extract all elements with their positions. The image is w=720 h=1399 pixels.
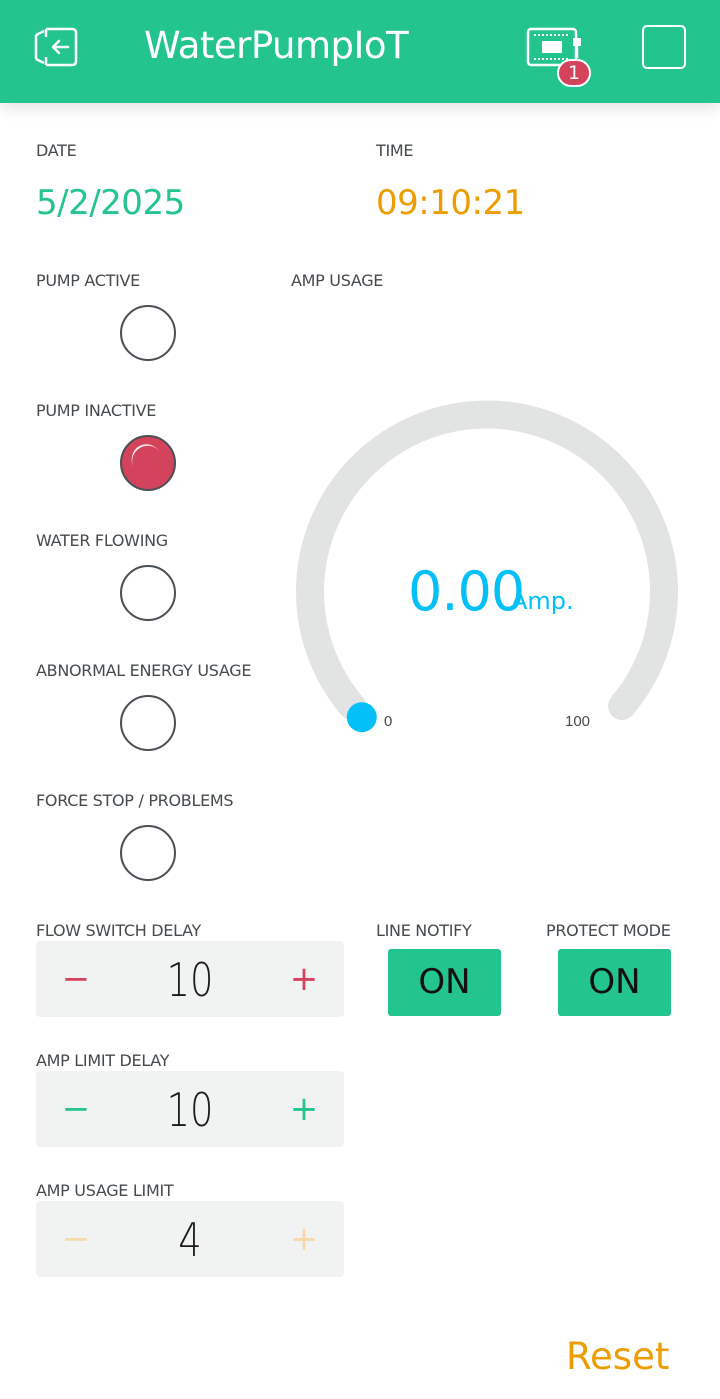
gauge-value: 0.00 (408, 560, 525, 623)
date-value: 5/2/2025 (36, 183, 185, 223)
led-water-flowing (120, 565, 176, 621)
line-notify-label: LINE NOTIFY (376, 921, 472, 940)
gauge-min: 0 (384, 713, 393, 730)
led-force-stop (120, 825, 176, 881)
time-label: TIME (376, 141, 414, 160)
notification-badge: 1 (557, 59, 591, 87)
amp-usage-limit-minus-button[interactable]: − (56, 1219, 96, 1259)
led-abnormal-energy (120, 695, 176, 751)
app-title: WaterPumpIoT (144, 24, 409, 67)
amp-usage-limit-label: AMP USAGE LIMIT (36, 1181, 174, 1200)
led-label-force-stop: FORCE STOP / PROBLEMS (36, 791, 234, 810)
led-label-pump-inactive: PUMP INACTIVE (36, 401, 157, 420)
amp-limit-delay-plus-button[interactable]: + (284, 1089, 324, 1129)
led-pump-inactive (120, 435, 176, 491)
flow-switch-delay-label: FLOW SWITCH DELAY (36, 921, 201, 940)
amp-usage-limit-stepper: − 4 + (36, 1201, 344, 1277)
amp-limit-delay-label: AMP LIMIT DELAY (36, 1051, 170, 1070)
flow-switch-delay-plus-button[interactable]: + (284, 959, 324, 999)
gauge-max: 100 (565, 713, 591, 730)
flow-switch-delay-stepper: − 10 + (36, 941, 344, 1017)
flow-switch-delay-minus-button[interactable]: − (56, 959, 96, 999)
flow-switch-delay-value: 10 (166, 953, 214, 1007)
gauge-label: AMP USAGE (291, 271, 384, 290)
led-label-pump-active: PUMP ACTIVE (36, 271, 140, 290)
led-label-abnormal-energy: ABNORMAL ENERGY USAGE (36, 661, 252, 680)
amp-usage-limit-plus-button[interactable]: + (284, 1219, 324, 1259)
protect-mode-switch[interactable]: ON (558, 949, 671, 1016)
led-pump-active (120, 305, 176, 361)
app-bar: WaterPumpIoT 1 (0, 0, 720, 103)
square-icon[interactable] (642, 25, 686, 69)
amp-usage-limit-value: 4 (178, 1213, 202, 1267)
line-notify-switch[interactable]: ON (388, 949, 501, 1016)
reset-button[interactable]: Reset (566, 1335, 669, 1378)
gauge-indicator (346, 702, 377, 733)
amp-limit-delay-minus-button[interactable]: − (56, 1089, 96, 1129)
amp-limit-delay-stepper: − 10 + (36, 1071, 344, 1147)
time-value: 09:10:21 (376, 183, 525, 223)
exit-icon[interactable] (32, 25, 80, 69)
amp-limit-delay-value: 10 (166, 1083, 214, 1137)
gauge-unit: Amp. (511, 587, 574, 615)
led-label-water-flowing: WATER FLOWING (36, 531, 168, 550)
protect-mode-label: PROTECT MODE (546, 921, 671, 940)
date-label: DATE (36, 141, 77, 160)
